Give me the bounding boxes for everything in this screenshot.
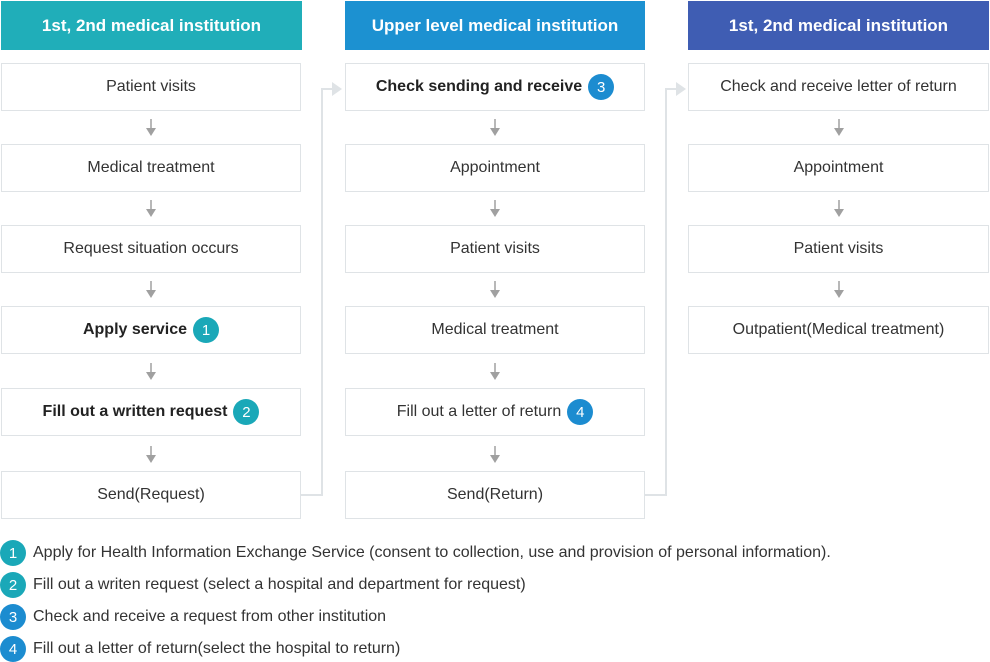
step-patient-visits: Patient visits xyxy=(688,225,989,273)
arrow-down-icon xyxy=(490,363,500,380)
column-header-upper: Upper level medical institution xyxy=(345,1,645,50)
arrow-down-icon xyxy=(146,281,156,298)
column-title: Upper level medical institution xyxy=(371,15,619,35)
legend-badge: 4 xyxy=(0,636,26,662)
step-appointment: Appointment xyxy=(688,144,989,192)
step-outpatient: Outpatient(Medical treatment) xyxy=(688,306,989,354)
connector-line xyxy=(301,494,322,496)
arrow-down-icon xyxy=(834,281,844,298)
step-send-request: Send(Request) xyxy=(1,471,301,519)
step-medical-treatment: Medical treatment xyxy=(1,144,301,192)
step-appointment: Appointment xyxy=(345,144,645,192)
legend-item: 2 Fill out a writen request (select a ho… xyxy=(0,572,526,598)
legend-badge: 1 xyxy=(0,540,26,566)
arrow-down-icon xyxy=(490,119,500,136)
arrow-right-icon xyxy=(676,82,686,96)
step-badge: 1 xyxy=(193,317,220,343)
legend-item: 3 Check and receive a request from other… xyxy=(0,604,386,630)
connector-line xyxy=(645,494,666,496)
arrow-down-icon xyxy=(146,119,156,136)
step-check-sending-receive: Check sending and receive 3 xyxy=(345,63,645,111)
arrow-down-icon xyxy=(834,200,844,217)
arrow-down-icon xyxy=(490,200,500,217)
step-badge: 2 xyxy=(233,399,260,425)
step-send-return: Send(Return) xyxy=(345,471,645,519)
step-badge: 4 xyxy=(567,399,594,425)
step-apply-service: Apply service 1 xyxy=(1,306,301,354)
step-patient-visits: Patient visits xyxy=(1,63,301,111)
column-title: 1st, 2nd medical institution xyxy=(41,15,262,35)
step-fill-written-request: Fill out a written request 2 xyxy=(1,388,301,436)
arrow-down-icon xyxy=(490,446,500,463)
arrow-right-icon xyxy=(332,82,342,96)
legend-text: Fill out a letter of return(select the h… xyxy=(33,640,401,657)
legend-item: 4 Fill out a letter of return(select the… xyxy=(0,636,400,662)
column-header-return: 1st, 2nd medical institution xyxy=(688,1,989,50)
step-patient-visits: Patient visits xyxy=(345,225,645,273)
step-medical-treatment: Medical treatment xyxy=(345,306,645,354)
connector-line xyxy=(665,88,667,496)
column-title: 1st, 2nd medical institution xyxy=(728,15,949,35)
legend-item: 1 Apply for Health Information Exchange … xyxy=(0,540,831,566)
arrow-down-icon xyxy=(146,363,156,380)
step-check-receive-letter: Check and receive letter of return xyxy=(688,63,989,111)
arrow-down-icon xyxy=(146,200,156,217)
step-fill-letter-of-return: Fill out a letter of return 4 xyxy=(345,388,645,436)
legend-badge: 3 xyxy=(0,604,26,630)
step-request-situation: Request situation occurs xyxy=(1,225,301,273)
arrow-down-icon xyxy=(146,446,156,463)
arrow-down-icon xyxy=(490,281,500,298)
legend-text: Check and receive a request from other i… xyxy=(33,608,387,625)
legend-badge: 2 xyxy=(0,572,26,598)
arrow-down-icon xyxy=(834,119,844,136)
legend-text: Fill out a writen request (select a hosp… xyxy=(33,576,526,593)
legend-text: Apply for Health Information Exchange Se… xyxy=(33,544,831,561)
step-badge: 3 xyxy=(588,74,615,100)
connector-line xyxy=(321,88,323,496)
column-header-referring: 1st, 2nd medical institution xyxy=(1,1,302,50)
